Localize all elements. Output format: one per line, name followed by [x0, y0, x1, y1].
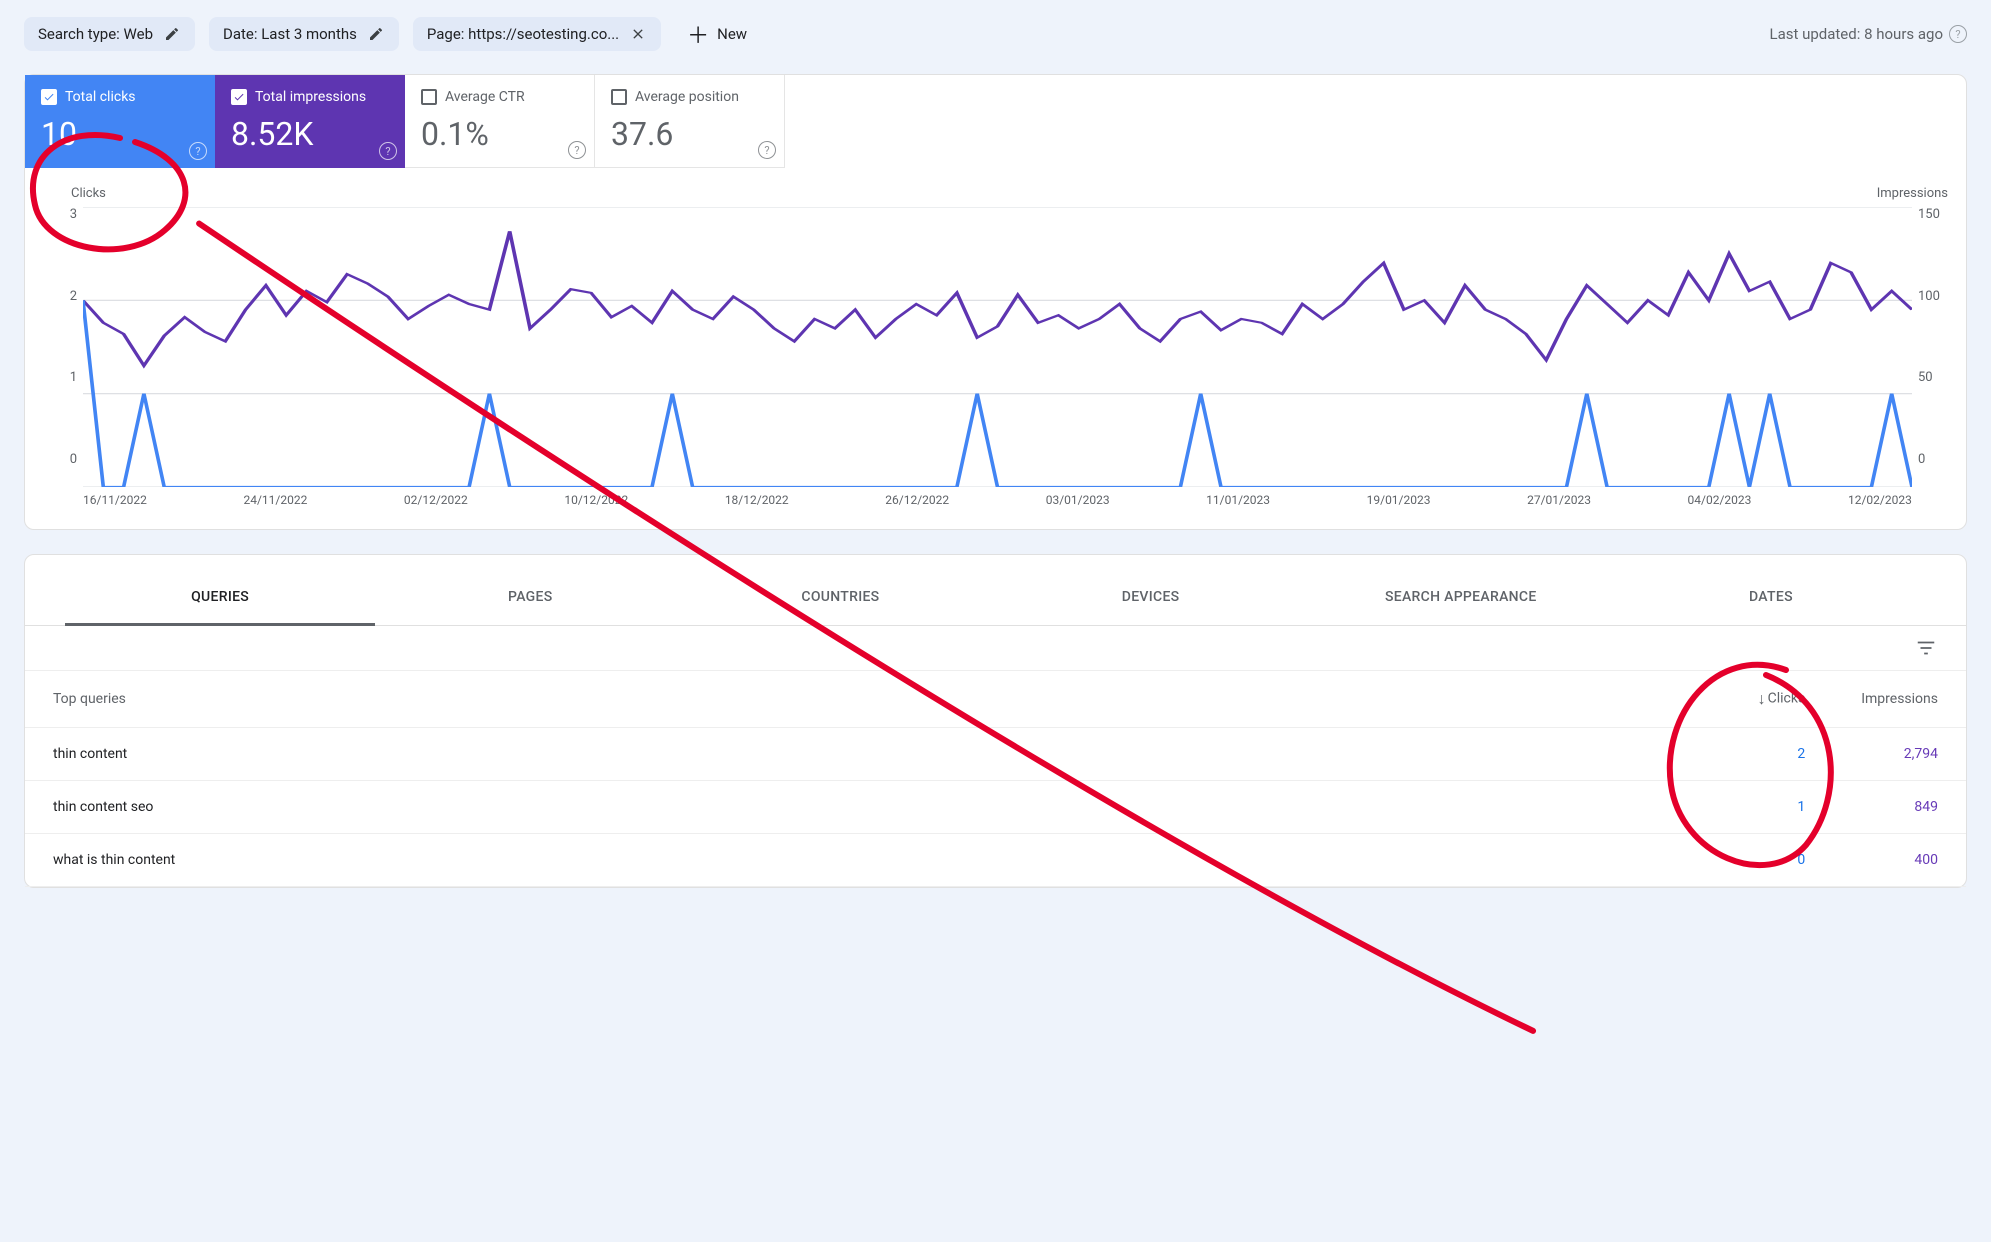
metric-value: 8.52K — [231, 115, 389, 153]
pencil-icon — [163, 25, 181, 43]
checkbox-checked-icon — [41, 89, 57, 105]
help-icon[interactable]: ? — [1949, 25, 1967, 43]
x-tick: 11/01/2023 — [1206, 493, 1270, 507]
x-tick: 12/02/2023 — [1848, 493, 1912, 507]
filter-chip-search-type[interactable]: Search type: Web — [24, 17, 195, 51]
pencil-icon — [367, 25, 385, 43]
query-cell: what is thin content — [25, 834, 1703, 887]
x-tick: 24/11/2022 — [243, 493, 307, 507]
impressions-cell: 400 — [1833, 834, 1966, 887]
checkbox-unchecked-icon — [611, 89, 627, 105]
x-tick: 19/01/2023 — [1367, 493, 1431, 507]
x-tick: 03/01/2023 — [1046, 493, 1110, 507]
tab-search-appearance[interactable]: SEARCH APPEARANCE — [1306, 575, 1616, 625]
help-icon[interactable]: ? — [189, 142, 207, 160]
metric-value: 37.6 — [611, 115, 768, 153]
impressions-cell: 849 — [1833, 781, 1966, 834]
filter-icon[interactable] — [1914, 636, 1938, 660]
help-icon[interactable]: ? — [758, 141, 776, 159]
query-cell: thin content — [25, 728, 1703, 781]
y-tick: 50 — [1918, 370, 1952, 385]
x-tick: 27/01/2023 — [1527, 493, 1591, 507]
chip-label: Page: https://seotesting.co... — [427, 25, 619, 43]
queries-table: Top queries ↓Clicks Impressions thin con… — [25, 671, 1966, 887]
help-icon[interactable]: ? — [379, 142, 397, 160]
tabs: QUERIESPAGESCOUNTRIESDEVICESSEARCH APPEA… — [25, 575, 1966, 626]
col-header-impressions[interactable]: Impressions — [1833, 671, 1966, 728]
metric-label: Average CTR — [445, 89, 525, 105]
y-tick: 2 — [49, 289, 77, 304]
clicks-cell: 1 — [1703, 781, 1833, 834]
table-row[interactable]: thin content22,794 — [25, 728, 1966, 781]
last-updated-text: Last updated: 8 hours ago — [1769, 25, 1943, 43]
metric-label: Total clicks — [65, 89, 136, 105]
table-row[interactable]: what is thin content0400 — [25, 834, 1966, 887]
checkbox-checked-icon — [231, 89, 247, 105]
help-icon[interactable]: ? — [568, 141, 586, 159]
metrics-row: Total clicks 10 ? Total impressions 8.52… — [25, 75, 1966, 168]
chart: Clicks Impressions 3 2 1 0 150 100 50 0 16/11/… — [25, 168, 1966, 529]
tab-pages[interactable]: PAGES — [375, 575, 685, 625]
y-tick: 0 — [49, 452, 77, 467]
filter-chip-date[interactable]: Date: Last 3 months — [209, 17, 399, 51]
new-label: New — [717, 25, 747, 43]
metric-average-ctr[interactable]: Average CTR 0.1% ? — [405, 75, 595, 168]
x-tick: 10/12/2022 — [564, 493, 628, 507]
sort-descending-icon: ↓ — [1758, 689, 1766, 708]
x-tick: 26/12/2022 — [885, 493, 949, 507]
metric-label: Average position — [635, 89, 739, 105]
metric-label: Total impressions — [255, 89, 366, 105]
plus-icon: ＋ — [687, 18, 709, 50]
y-tick: 100 — [1918, 289, 1952, 304]
chip-label: Search type: Web — [38, 25, 153, 43]
x-axis: 16/11/2022 24/11/2022 02/12/2022 10/12/2022… — [49, 487, 1952, 521]
metric-average-position[interactable]: Average position 37.6 ? — [595, 75, 785, 168]
filter-bar: Search type: Web Date: Last 3 months Pag… — [24, 10, 1967, 58]
metric-total-impressions[interactable]: Total impressions 8.52K ? — [215, 75, 405, 168]
y-tick: 150 — [1918, 207, 1952, 222]
table-header-row: Top queries ↓Clicks Impressions — [25, 671, 1966, 728]
x-tick: 18/12/2022 — [725, 493, 789, 507]
col-header-query[interactable]: Top queries — [25, 671, 1703, 728]
new-filter-button[interactable]: ＋ New — [675, 10, 759, 58]
last-updated: Last updated: 8 hours ago ? — [1769, 25, 1967, 43]
impressions-cell: 2,794 — [1833, 728, 1966, 781]
y-axis-right-label: Impressions — [1877, 186, 1948, 201]
x-tick: 02/12/2022 — [404, 493, 468, 507]
clicks-cell: 0 — [1703, 834, 1833, 887]
performance-card: Total clicks 10 ? Total impressions 8.52… — [24, 74, 1967, 530]
metric-total-clicks[interactable]: Total clicks 10 ? — [25, 75, 215, 168]
table-row[interactable]: thin content seo1849 — [25, 781, 1966, 834]
clicks-cell: 2 — [1703, 728, 1833, 781]
close-icon[interactable] — [629, 25, 647, 43]
chip-label: Date: Last 3 months — [223, 25, 357, 43]
y-tick: 1 — [49, 370, 77, 385]
col-header-clicks[interactable]: ↓Clicks — [1703, 671, 1833, 728]
tab-dates[interactable]: DATES — [1616, 575, 1926, 625]
metric-value: 0.1% — [421, 115, 578, 153]
y-tick: 3 — [49, 207, 77, 222]
y-axis-left-label: Clicks — [71, 186, 106, 201]
y-axis-left: 3 2 1 0 — [49, 207, 83, 487]
filter-chip-page[interactable]: Page: https://seotesting.co... — [413, 17, 661, 51]
x-tick: 04/02/2023 — [1688, 493, 1752, 507]
chart-plot[interactable] — [83, 207, 1912, 487]
tab-countries[interactable]: COUNTRIES — [685, 575, 995, 625]
y-tick: 0 — [1918, 452, 1952, 467]
x-tick: 16/11/2022 — [83, 493, 147, 507]
query-cell: thin content seo — [25, 781, 1703, 834]
tab-devices[interactable]: DEVICES — [996, 575, 1306, 625]
checkbox-unchecked-icon — [421, 89, 437, 105]
queries-card: QUERIESPAGESCOUNTRIESDEVICESSEARCH APPEA… — [24, 554, 1967, 888]
metric-value: 10 — [41, 115, 199, 153]
y-axis-right: 150 100 50 0 — [1912, 207, 1952, 487]
tab-queries[interactable]: QUERIES — [65, 575, 375, 626]
